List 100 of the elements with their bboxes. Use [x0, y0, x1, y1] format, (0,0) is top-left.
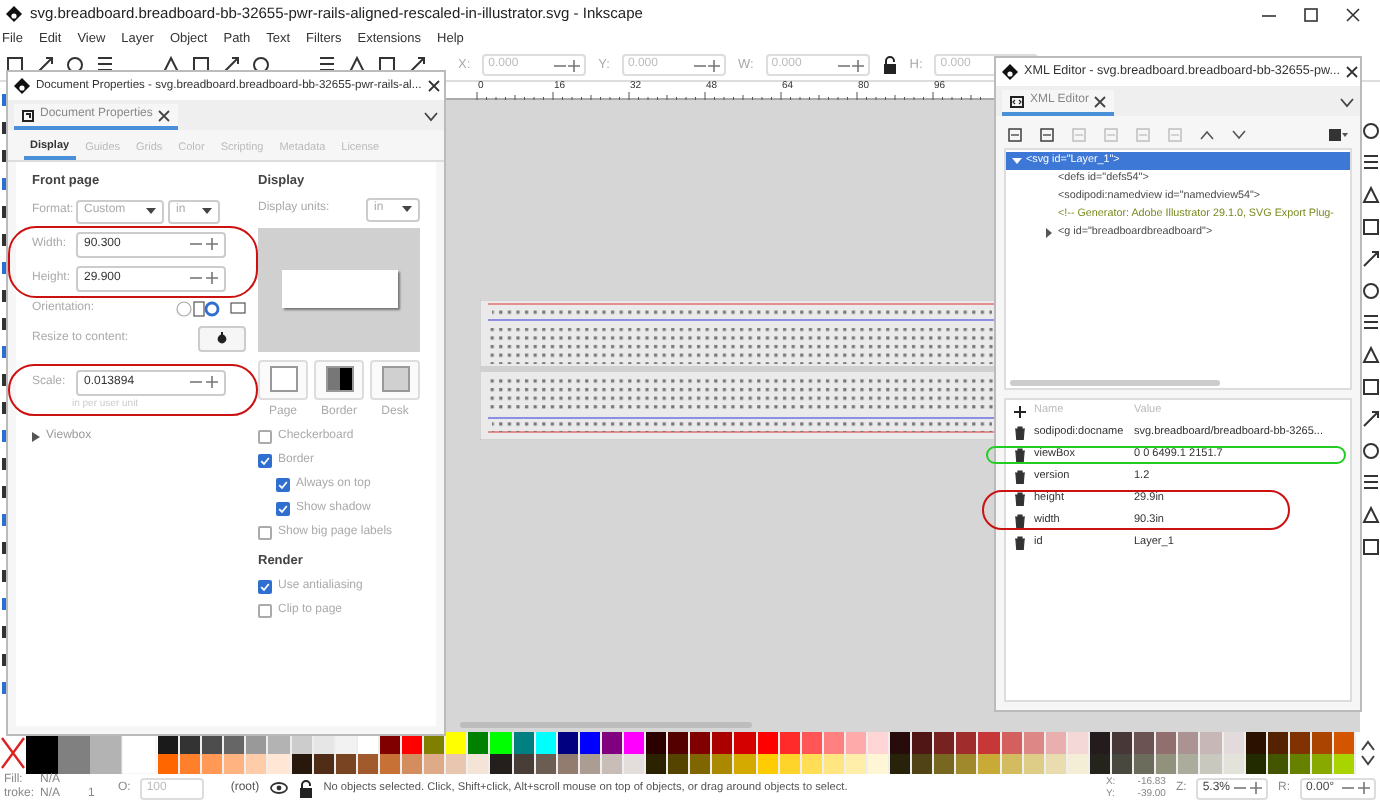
color-swatch[interactable] [557, 732, 580, 753]
padlock-icon[interactable] [297, 779, 314, 797]
color-swatch[interactable] [268, 753, 292, 774]
lines-icon[interactable] [1361, 154, 1379, 172]
color-swatch[interactable] [978, 753, 1002, 774]
color-swatch[interactable] [912, 732, 935, 753]
color-swatch[interactable] [1311, 732, 1334, 753]
chevron-icon[interactable] [1340, 98, 1354, 108]
color-swatch[interactable] [424, 753, 447, 774]
checkbox[interactable] [258, 429, 272, 444]
arrow-icon[interactable] [222, 56, 240, 74]
square-icon[interactable] [1361, 378, 1379, 396]
resize-button[interactable] [198, 325, 246, 352]
color-swatch[interactable] [690, 732, 713, 753]
color-swatch[interactable] [890, 753, 913, 774]
square-icon[interactable] [1361, 218, 1379, 236]
padlock-icon[interactable] [881, 56, 898, 74]
color-swatch[interactable] [956, 732, 979, 753]
down-chevron-icon[interactable] [1360, 754, 1376, 766]
color-swatch[interactable] [601, 732, 624, 753]
color-swatch[interactable] [646, 732, 669, 753]
color-button[interactable] [370, 359, 420, 400]
color-swatch[interactable] [1200, 753, 1223, 774]
color-swatch[interactable] [224, 753, 247, 774]
color-swatch[interactable] [734, 732, 758, 753]
minus-icon[interactable] [190, 272, 202, 285]
lines-icon[interactable] [318, 56, 336, 74]
close-icon[interactable] [1345, 66, 1358, 78]
close-icon[interactable] [1094, 95, 1107, 107]
orientation-radios-drawing[interactable] [176, 299, 224, 318]
chevron-icon[interactable] [424, 112, 438, 122]
color-button[interactable] [314, 359, 364, 400]
trash-icon[interactable] [1014, 448, 1026, 462]
square-icon[interactable] [1361, 538, 1379, 556]
expander-arrow-icon[interactable] [1012, 156, 1022, 166]
color-swatch[interactable] [801, 732, 824, 753]
color-swatch[interactable] [402, 753, 425, 774]
color-swatch[interactable] [1156, 732, 1179, 753]
add-icon[interactable] [1014, 405, 1026, 417]
minus-icon[interactable] [1342, 782, 1354, 794]
minus-icon[interactable] [1234, 782, 1246, 794]
trash-icon[interactable] [1014, 426, 1026, 440]
eye-icon[interactable] [269, 782, 288, 794]
color-swatch[interactable] [446, 732, 469, 753]
arrow-icon[interactable] [1361, 250, 1379, 268]
color-swatch[interactable] [934, 732, 957, 753]
color-swatch[interactable] [1178, 753, 1201, 774]
node-tool-icon[interactable] [1040, 127, 1054, 141]
minus-icon[interactable] [190, 238, 202, 251]
color-swatch[interactable] [1267, 732, 1290, 753]
color-button[interactable] [258, 359, 308, 400]
color-swatch[interactable] [646, 753, 669, 774]
color-swatch[interactable] [468, 753, 491, 774]
no-paint-icon[interactable] [0, 732, 26, 774]
color-swatch[interactable] [890, 732, 913, 753]
color-swatch[interactable] [1223, 732, 1246, 753]
circle-icon[interactable] [252, 56, 270, 74]
color-swatch[interactable] [1067, 732, 1090, 753]
node-tool-icon[interactable] [1168, 127, 1182, 141]
close-icon[interactable] [427, 80, 440, 92]
color-swatch[interactable] [712, 753, 735, 774]
down-chevron-icon[interactable] [1232, 129, 1246, 139]
square-icon[interactable] [378, 56, 396, 74]
color-swatch[interactable] [446, 753, 469, 774]
color-swatch[interactable] [757, 732, 780, 753]
grayscale-swatches-drawing[interactable] [26, 732, 158, 774]
triangle-icon[interactable] [1361, 346, 1379, 364]
close-icon[interactable] [158, 109, 171, 121]
color-swatch[interactable] [734, 753, 758, 774]
color-swatch[interactable] [1200, 732, 1223, 753]
plus-icon[interactable] [206, 272, 218, 285]
plus-icon[interactable] [206, 238, 218, 251]
color-swatch[interactable] [1089, 732, 1113, 753]
node-tool-icon[interactable] [1072, 127, 1086, 141]
arrow-icon[interactable] [1361, 410, 1379, 428]
circle-icon[interactable] [1361, 442, 1379, 460]
lines-icon[interactable] [1361, 314, 1379, 332]
color-swatch[interactable] [668, 753, 691, 774]
scrollbar-thumb[interactable] [1010, 380, 1220, 386]
color-swatch[interactable] [202, 753, 225, 774]
triangle-icon[interactable] [1361, 186, 1379, 204]
color-swatch[interactable] [468, 732, 491, 753]
lines-icon[interactable] [96, 56, 114, 74]
color-swatch[interactable] [1112, 753, 1135, 774]
minus-icon[interactable] [190, 376, 202, 389]
expander-arrow-icon[interactable] [1044, 228, 1054, 238]
circle-icon[interactable] [1361, 122, 1379, 140]
color-swatch[interactable] [1134, 753, 1157, 774]
color-swatch[interactable] [668, 732, 691, 753]
checkbox[interactable] [258, 603, 272, 617]
color-swatch[interactable] [1001, 732, 1024, 753]
color-swatch[interactable] [513, 732, 536, 753]
color-swatch[interactable] [1178, 732, 1201, 753]
color-swatch[interactable] [158, 753, 181, 774]
color-swatch[interactable] [1333, 732, 1357, 753]
color-swatch[interactable] [579, 732, 602, 753]
color-swatch[interactable] [1023, 732, 1046, 753]
arrow-icon[interactable] [408, 56, 426, 74]
trash-icon[interactable] [1014, 536, 1026, 550]
color-swatch[interactable] [180, 753, 203, 774]
